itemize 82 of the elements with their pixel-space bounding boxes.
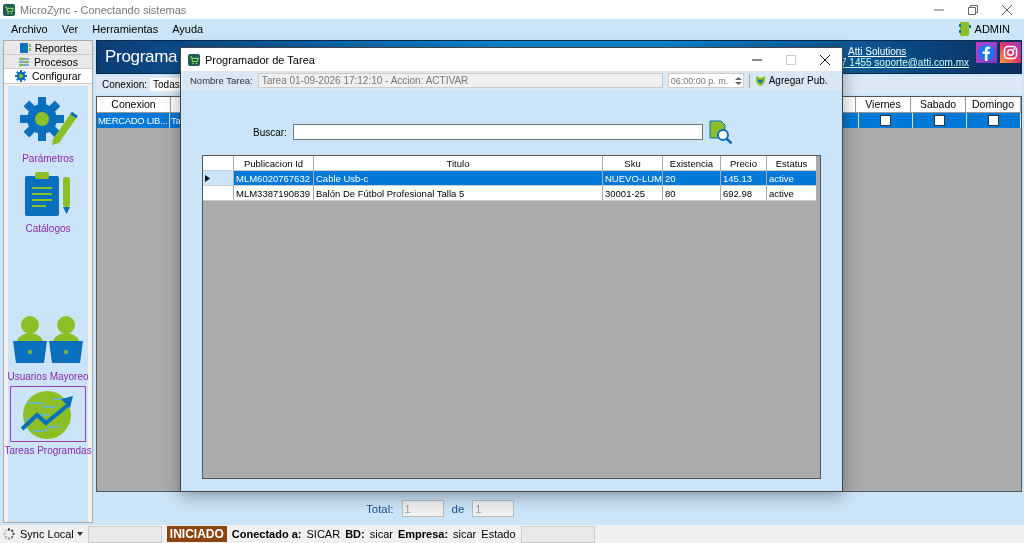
column-header: Sabado (911, 96, 966, 113)
sync-dropdown[interactable]: Sync Local (20, 528, 83, 540)
table-cell[interactable]: Ta (170, 112, 181, 128)
table-cell[interactable]: 145.13 (721, 171, 767, 186)
sliders-icon (18, 55, 31, 68)
menu-item[interactable]: Ver (54, 22, 86, 35)
row-header[interactable] (203, 171, 234, 186)
close-icon[interactable] (820, 54, 830, 65)
status-label: Estado (481, 528, 516, 540)
column-header: Estatus (767, 156, 817, 171)
table-cell[interactable]: active (767, 171, 817, 186)
nav-item-label[interactable]: Catálogos (25, 223, 71, 234)
binder-icon (18, 41, 31, 54)
total-label: Total: (366, 502, 394, 515)
column-header: Conexion (97, 96, 171, 113)
selected-item-frame[interactable] (10, 386, 86, 442)
table-cell[interactable]: 30001-25 (603, 186, 663, 201)
page-title: Programa (105, 46, 178, 67)
column-header: Precio (721, 156, 767, 171)
row-pointer-icon (205, 174, 210, 182)
spinner-arrows-icon (733, 74, 743, 87)
column-header: Titulo (314, 156, 603, 171)
column-header: Viernes (856, 96, 911, 113)
dialog-logo-icon (188, 53, 200, 66)
table-cell[interactable]: NUEVO-LUM (603, 171, 663, 186)
checkbox[interactable] (988, 114, 999, 126)
search-document-icon[interactable] (708, 120, 733, 144)
table-cell[interactable]: 80 (663, 186, 721, 201)
clipboard-pencil-icon[interactable] (23, 171, 73, 217)
column-header: Existencia (663, 156, 721, 171)
users-laptops-icon[interactable] (12, 315, 84, 365)
user-name[interactable]: ADMIN (974, 22, 1010, 35)
menu-item[interactable]: Archivo (4, 22, 55, 35)
table-cell[interactable]: MLM3387190839 (234, 186, 314, 201)
search-field[interactable] (292, 124, 703, 140)
status-value: sicar (369, 528, 393, 540)
table-cell[interactable]: MLM6020767632 (234, 171, 314, 186)
binder-icon (958, 21, 971, 36)
status-label: Conectado a: (231, 528, 302, 540)
column-header: Publicacion Id (234, 156, 314, 171)
dialog-title: Programador de Tarea (205, 53, 316, 66)
menu-item[interactable]: Herramientas (85, 22, 166, 35)
company-link[interactable]: Atti Solutions (848, 45, 966, 57)
nav-item-label[interactable]: Tareas Programdas (4, 445, 92, 456)
gear-icon (15, 70, 28, 82)
nav-item-label[interactable]: Parámetros (22, 153, 74, 164)
menu-item[interactable]: Ayuda (165, 22, 211, 35)
status-value: sicar (453, 528, 477, 540)
column-header: Sku (603, 156, 663, 171)
status-badge: INICIADO (166, 526, 227, 542)
status-label: BD: (345, 528, 365, 540)
checkbox[interactable] (934, 114, 945, 126)
window-title: MicroZync - Conectando sistemas (20, 3, 188, 16)
task-name-field[interactable]: Tarea 01-09-2026 17:12:10 - Accion: ACTIVAR (257, 73, 663, 88)
table-cell[interactable]: Cable Usb-c (314, 171, 603, 186)
nav-tab[interactable]: Configurar (4, 69, 92, 84)
caret-icon (76, 532, 83, 536)
instagram-icon[interactable] (1000, 42, 1021, 63)
nav-tab[interactable]: Reportes (4, 41, 92, 55)
filter-label: Conexion: (102, 79, 148, 91)
nav-item-label[interactable]: Usuarios Mayoreo (7, 371, 89, 382)
table-cell[interactable]: MERCADO LIB... (97, 112, 170, 128)
status-label: Empresa: (397, 528, 449, 540)
facebook-icon[interactable] (976, 42, 997, 63)
app-logo-icon (3, 3, 15, 16)
time-picker[interactable]: 06:00:00 p. m. (667, 73, 744, 88)
restore-icon[interactable] (968, 4, 978, 15)
table-cell[interactable]: Balón De Fútbol Profesional Talla 5 (314, 186, 603, 201)
search-label: Buscar: (253, 126, 287, 138)
add-publication-button[interactable]: Agregar Pub. (754, 75, 828, 86)
spinner-icon (3, 528, 15, 540)
table-cell[interactable]: active (767, 186, 817, 201)
column-header: Domingo (966, 96, 1021, 113)
of-label: de (451, 502, 465, 515)
nav-tab[interactable]: Procesos (4, 55, 92, 69)
table-cell[interactable]: 20 (663, 171, 721, 186)
checkbox[interactable] (880, 114, 891, 126)
connection-filter[interactable]: Todas (150, 78, 183, 92)
shield-icon (754, 75, 766, 86)
status-value: SICAR (306, 528, 341, 540)
field-label: Nombre Tarea: (190, 75, 253, 86)
table-cell[interactable]: 692.98 (721, 186, 767, 201)
